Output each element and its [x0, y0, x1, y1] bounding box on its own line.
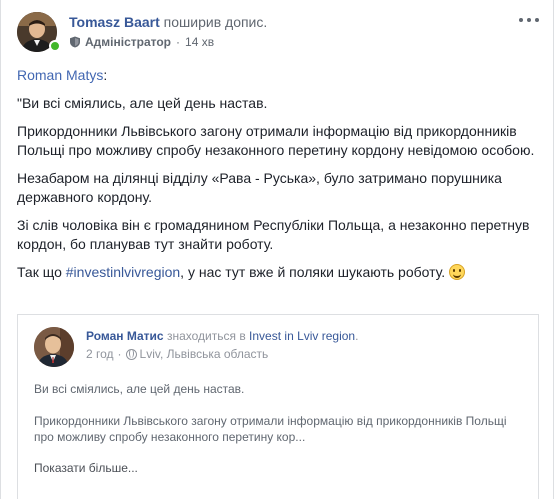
shared-paragraph: Прикордонники Львівського загону отримал… — [34, 414, 507, 444]
globe-icon — [125, 348, 137, 360]
meta-separator: · — [176, 35, 181, 49]
hashtag-link[interactable]: #investinlvivregion — [66, 264, 180, 280]
role-label: Адміністратор — [85, 35, 172, 49]
meta-dot: · — [117, 347, 122, 361]
location-suffix: . — [355, 329, 359, 343]
mention-colon: : — [103, 67, 108, 83]
last-line-suffix: , у нас тут вже й поляки шукають роботу. — [180, 264, 450, 280]
shared-author-name[interactable]: Роман Матис — [86, 329, 164, 343]
shared-post[interactable]: Роман Матис знаходиться в Invest in Lviv… — [17, 314, 539, 499]
admin-shield-icon — [70, 36, 80, 48]
post-paragraph: Зі слів чоловіка він є громадянином Респ… — [17, 217, 530, 252]
post-header: Tomasz Baart поширив допис. — [69, 13, 267, 31]
smiley-emoji-icon — [449, 264, 466, 280]
mentioned-user-link[interactable]: Roman Matys — [17, 67, 103, 83]
location-page-link[interactable]: Invest in Lviv region — [249, 329, 355, 343]
post-paragraph: Прикордонники Львівського загону отримал… — [17, 123, 535, 158]
post-meta: Адміністратор · 14 хв — [69, 34, 214, 50]
shared-paragraph: Ви всі сміялись, але цей день настав. — [34, 382, 245, 396]
shared-post-header: Роман Матис знаходиться в Invest in Lviv… — [86, 328, 358, 344]
shared-place[interactable]: Lviv, Львівська область — [140, 346, 269, 362]
mention-line: Roman Matys: — [17, 66, 542, 85]
shared-post-meta: 2 год · Lviv, Львівська область — [86, 346, 268, 362]
post-card: Tomasz Baart поширив допис. Адміністрато… — [0, 0, 554, 499]
author-name[interactable]: Tomasz Baart — [69, 14, 160, 30]
see-more-link[interactable]: Показати більше... — [34, 460, 138, 476]
shared-author-avatar[interactable] — [34, 327, 74, 367]
post-paragraph: Незабаром на ділянці відділу «Рава - Рус… — [17, 170, 502, 205]
post-text: Roman Matys: "Ви всі сміялись, але цей д… — [17, 66, 542, 291]
more-options-icon[interactable] — [519, 14, 539, 26]
share-action-text: поширив допис. — [163, 14, 268, 30]
post-timestamp[interactable]: 14 хв — [185, 34, 214, 50]
post-paragraph-last: Так що #investinlvivregion, у нас тут вж… — [17, 263, 542, 282]
last-line-prefix: Так що — [17, 264, 66, 280]
shared-post-text: Ви всі сміялись, але цей день настав. Пр… — [34, 381, 529, 461]
location-prefix: знаходиться в — [166, 329, 246, 343]
shared-timestamp[interactable]: 2 год — [86, 346, 114, 362]
post-paragraph: "Ви всі сміялись, але цей день настав. — [17, 95, 268, 111]
online-status-dot — [49, 40, 61, 52]
